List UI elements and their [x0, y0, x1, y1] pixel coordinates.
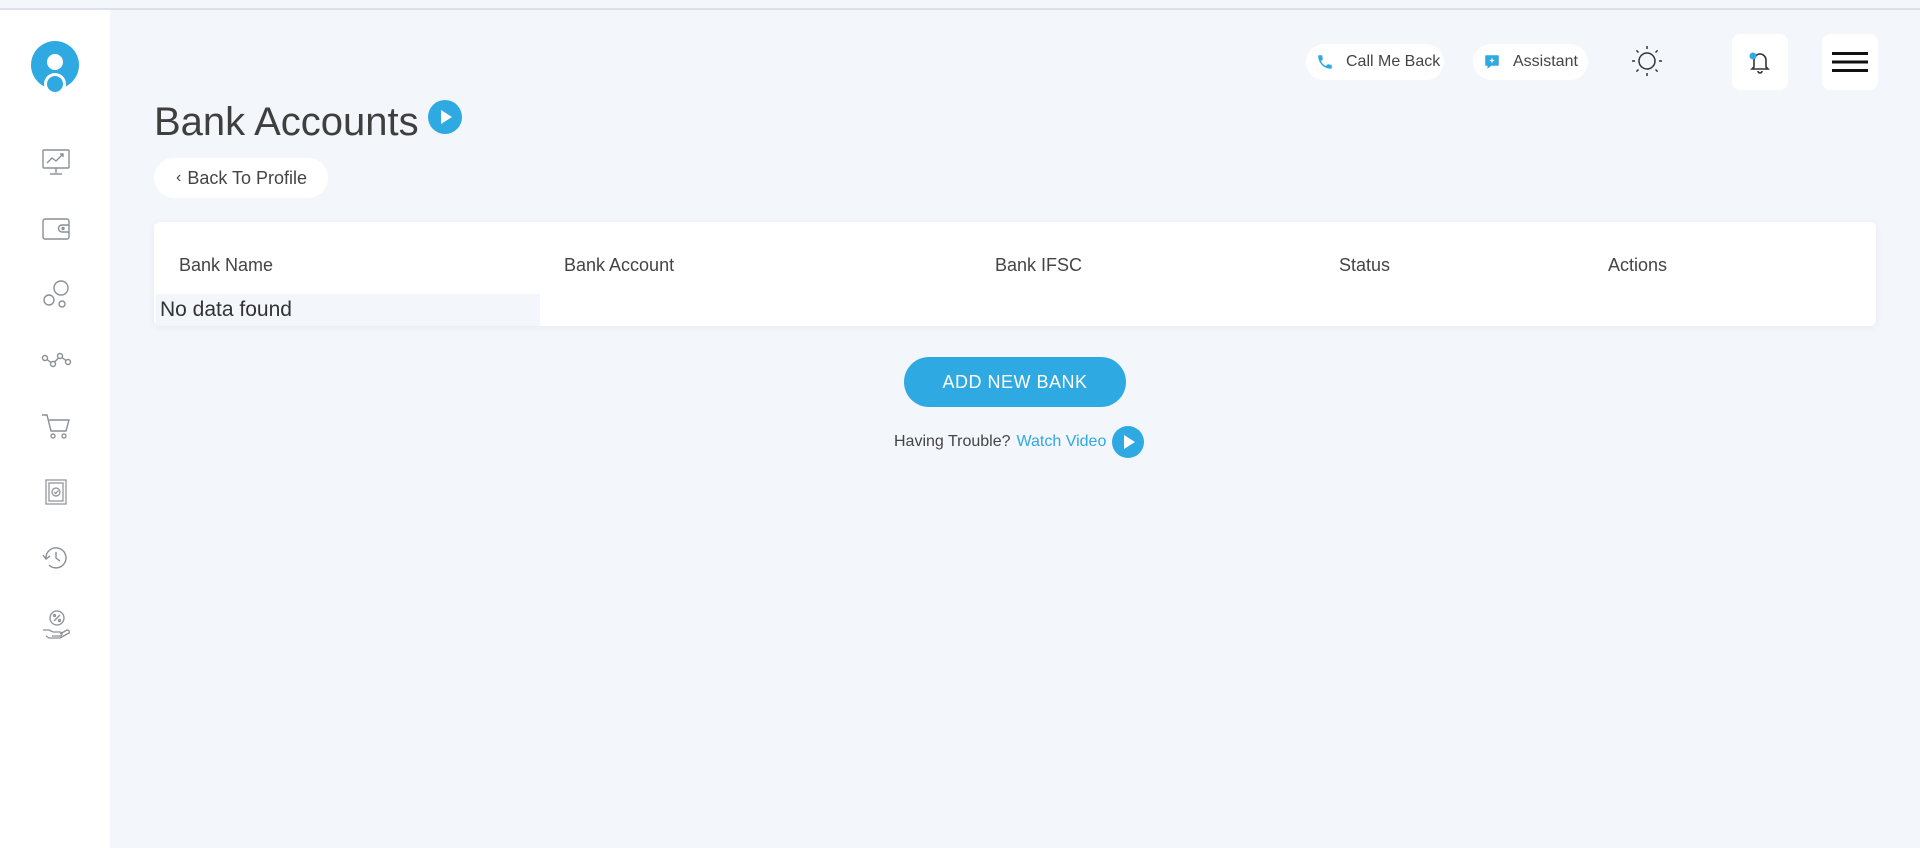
notifications-button[interactable] [1732, 34, 1788, 90]
column-header-actions: Actions [1608, 255, 1668, 275]
cart-icon[interactable] [40, 410, 72, 442]
bubbles-icon[interactable] [40, 278, 72, 310]
watch-video-play-icon[interactable] [1112, 426, 1145, 458]
call-me-back-button[interactable]: Call Me Back [1306, 44, 1444, 80]
chevron-left-icon: ‹ [176, 169, 182, 186]
column-header-bank-account: Bank Account [564, 255, 675, 275]
offers-icon[interactable] [40, 608, 72, 640]
page-title: Bank Accounts [154, 100, 419, 144]
app-logo-icon[interactable] [30, 40, 80, 96]
assistant-chat-icon [1485, 55, 1499, 69]
column-header-bank-ifsc: Bank IFSC [995, 255, 1083, 275]
sidebar [0, 10, 110, 848]
empty-state-message: No data found [156, 294, 540, 326]
network-icon[interactable] [40, 344, 72, 376]
bell-icon [1749, 52, 1770, 74]
bank-accounts-table: Bank Name Bank Account Bank IFSC Status … [154, 222, 1876, 326]
phone-icon [1318, 55, 1332, 69]
wallet-icon[interactable] [40, 212, 72, 244]
assistant-button[interactable]: Assistant [1473, 44, 1588, 80]
certificate-icon[interactable] [40, 476, 72, 508]
assistant-label: Assistant [1513, 53, 1578, 70]
play-video-icon[interactable] [428, 100, 462, 134]
hamburger-icon [1832, 52, 1868, 72]
back-to-profile-button[interactable]: ‹ Back To Profile [154, 158, 328, 198]
add-new-bank-button[interactable]: ADD NEW BANK [904, 357, 1126, 407]
having-trouble-text: Having Trouble? [894, 433, 1011, 450]
column-header-bank-name: Bank Name [179, 255, 274, 275]
history-icon[interactable] [40, 542, 72, 574]
theme-toggle-sun-icon[interactable] [1630, 44, 1664, 78]
hamburger-menu-button[interactable] [1822, 34, 1878, 90]
call-me-back-label: Call Me Back [1346, 53, 1441, 70]
main-content: Call Me Back Assistant Bank Accounts ‹ B… [110, 10, 1920, 848]
help-row: Having Trouble? Watch Video [894, 426, 1145, 458]
column-header-status: Status [1339, 255, 1391, 275]
watch-video-link[interactable]: Watch Video [1017, 433, 1107, 451]
dashboard-chart-icon[interactable] [40, 146, 72, 178]
back-to-profile-label: Back To Profile [187, 167, 308, 188]
